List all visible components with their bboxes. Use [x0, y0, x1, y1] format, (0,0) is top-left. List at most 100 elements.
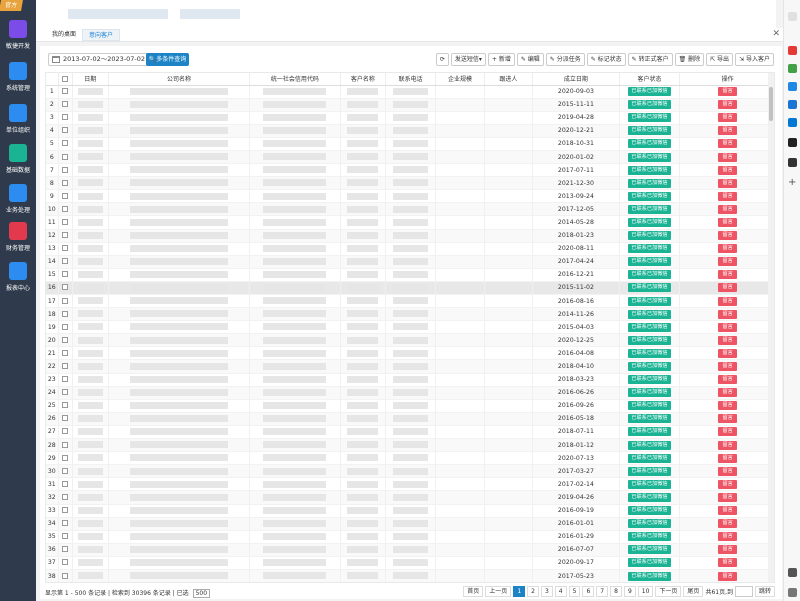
page-number-button[interactable]: 10	[637, 586, 654, 597]
page-number-button[interactable]: 6	[582, 586, 595, 597]
leave-message-button[interactable]: 留言	[718, 375, 737, 385]
leave-message-button[interactable]: 留言	[718, 152, 737, 162]
table-row[interactable]: 31 2017-02-14 已联系已加微信 留言	[46, 477, 774, 492]
page-number-button[interactable]: 7	[596, 586, 609, 597]
sidebar-item[interactable]: 单位组织	[0, 104, 36, 140]
row-checkbox[interactable]	[62, 467, 69, 474]
page-number-button[interactable]: 1	[513, 586, 526, 597]
table-row[interactable]: 11 2014-05-28 已联系已加微信 留言	[46, 215, 774, 230]
row-checkbox[interactable]	[62, 284, 69, 291]
vertical-scrollbar[interactable]	[768, 73, 774, 582]
row-checkbox[interactable]	[62, 493, 69, 500]
row-checkbox[interactable]	[62, 441, 69, 448]
row-checkbox[interactable]	[62, 179, 69, 186]
sidebar-item[interactable]: 财务管理	[0, 222, 36, 258]
row-checkbox[interactable]	[62, 349, 69, 356]
leave-message-button[interactable]: 留言	[718, 283, 737, 293]
table-row[interactable]: 14 2017-04-24 已联系已加微信 留言	[46, 255, 774, 269]
tab-my-desktop[interactable]: 我的桌面	[46, 29, 82, 41]
refresh-button[interactable]: ⟳	[435, 53, 449, 66]
table-row[interactable]: 34 2016-01-01 已联系已加微信 留言	[46, 517, 774, 531]
row-checkbox[interactable]	[62, 101, 69, 108]
scrollbar-thumb[interactable]	[769, 87, 773, 121]
leave-message-button[interactable]: 留言	[718, 571, 737, 581]
row-checkbox[interactable]	[62, 258, 69, 265]
leave-message-button[interactable]: 留言	[718, 362, 737, 372]
table-row[interactable]: 22 2018-04-10 已联系已加微信 留言	[46, 359, 774, 374]
plus-icon[interactable]: +	[788, 178, 797, 188]
row-checkbox[interactable]	[62, 520, 69, 527]
table-row[interactable]: 13 2020-08-11 已联系已加微信 留言	[46, 242, 774, 256]
row-checkbox[interactable]	[62, 454, 69, 461]
table-row[interactable]: 29 2020-07-13 已联系已加微信 留言	[46, 451, 774, 466]
table-row[interactable]: 36 2016-07-07 已联系已加微信 留言	[46, 543, 774, 557]
leave-message-button[interactable]: 留言	[718, 100, 737, 110]
row-checkbox[interactable]	[62, 572, 69, 579]
table-row[interactable]: 17 2016-08-16 已联系已加微信 留言	[46, 294, 774, 309]
tab-intent-customers[interactable]: 意向客户	[82, 29, 121, 41]
row-checkbox[interactable]	[62, 533, 69, 540]
leave-message-button[interactable]: 留言	[718, 414, 737, 424]
edit-button[interactable]: ✎ 编辑	[516, 53, 544, 66]
app-icon[interactable]	[788, 138, 797, 147]
delete-button[interactable]: 🗑 删除	[674, 53, 705, 66]
row-checkbox[interactable]	[62, 402, 69, 409]
leave-message-button[interactable]: 留言	[718, 139, 737, 149]
table-row[interactable]: 5 2018-10-31 已联系已加微信 留言	[46, 137, 774, 151]
table-row[interactable]: 35 2016-01-29 已联系已加微信 留言	[46, 530, 774, 544]
leave-message-button[interactable]: 留言	[718, 335, 737, 345]
row-checkbox[interactable]	[62, 297, 69, 304]
table-row[interactable]: 3 2019-04-28 已联系已加微信 留言	[46, 111, 774, 125]
screen-icon[interactable]	[788, 568, 797, 577]
leave-message-button[interactable]: 留言	[718, 244, 737, 254]
goto-page-input[interactable]	[734, 586, 753, 597]
app-icon[interactable]	[788, 100, 797, 109]
leave-message-button[interactable]: 留言	[718, 506, 737, 516]
leave-message-button[interactable]: 留言	[718, 401, 737, 411]
row-checkbox[interactable]	[62, 363, 69, 370]
leave-message-button[interactable]: 留言	[718, 440, 737, 450]
table-row[interactable]: 1 2020-09-03 已联系已加微信 留言	[46, 85, 774, 99]
add-button[interactable]: + 新增	[487, 53, 515, 66]
leave-message-button[interactable]: 留言	[718, 296, 737, 306]
table-row[interactable]: 38 2017-05-23 已联系已加微信 留言	[46, 569, 774, 582]
goto-page-button[interactable]: 跳转	[754, 586, 775, 597]
app-icon[interactable]	[788, 46, 797, 55]
app-icon[interactable]	[788, 64, 797, 73]
row-checkbox[interactable]	[62, 271, 69, 278]
leave-message-button[interactable]: 留言	[718, 165, 737, 175]
row-checkbox[interactable]	[62, 205, 69, 212]
leave-message-button[interactable]: 留言	[718, 479, 737, 489]
sidebar-item[interactable]: 业务处理	[0, 184, 36, 220]
close-icon[interactable]: ✕	[772, 29, 780, 39]
table-row[interactable]: 33 2016-09-19 已联系已加微信 留言	[46, 504, 774, 518]
table-row[interactable]: 20 2020-12-25 已联系已加微信 留言	[46, 333, 774, 348]
table-row[interactable]: 24 2016-06-26 已联系已加微信 留言	[46, 386, 774, 400]
table-row[interactable]: 30 2017-03-27 已联系已加微信 留言	[46, 464, 774, 479]
leave-message-button[interactable]: 留言	[718, 545, 737, 555]
leave-message-button[interactable]: 留言	[718, 257, 737, 267]
table-row[interactable]: 23 2018-03-23 已联系已加微信 留言	[46, 373, 774, 387]
send-sms-button[interactable]: 发送短信▾	[450, 53, 486, 66]
row-checkbox[interactable]	[62, 245, 69, 252]
gear-icon[interactable]	[788, 588, 797, 597]
row-checkbox[interactable]	[62, 428, 69, 435]
table-row[interactable]: 19 2015-04-03 已联系已加微信 留言	[46, 320, 774, 335]
row-checkbox[interactable]	[62, 192, 69, 199]
leave-message-button[interactable]: 留言	[718, 466, 737, 476]
row-checkbox[interactable]	[62, 389, 69, 396]
table-row[interactable]: 6 2020-01-02 已联系已加微信 留言	[46, 150, 774, 165]
table-row[interactable]: 4 2020-12-21 已联系已加微信 留言	[46, 124, 774, 138]
table-row[interactable]: 8 2021-12-30 已联系已加微信 留言	[46, 176, 774, 191]
leave-message-button[interactable]: 留言	[718, 532, 737, 542]
row-checkbox[interactable]	[62, 166, 69, 173]
leave-message-button[interactable]: 留言	[718, 348, 737, 358]
row-checkbox[interactable]	[62, 153, 69, 160]
leave-message-button[interactable]: 留言	[718, 388, 737, 398]
row-checkbox[interactable]	[62, 140, 69, 147]
row-checkbox[interactable]	[62, 546, 69, 553]
first-page-button[interactable]: 首页	[463, 586, 484, 597]
table-row[interactable]: 26 2016-05-18 已联系已加微信 留言	[46, 412, 774, 426]
row-checkbox[interactable]	[62, 127, 69, 134]
page-number-button[interactable]: 8	[610, 586, 622, 597]
